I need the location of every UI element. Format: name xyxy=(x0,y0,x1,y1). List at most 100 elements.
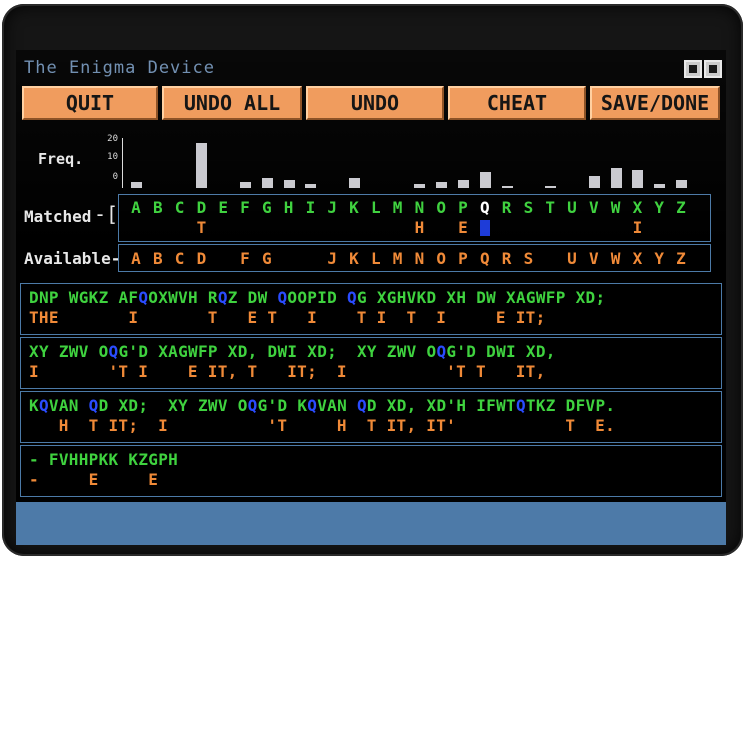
matched-letter-x[interactable]: X xyxy=(628,198,646,217)
cipher-block[interactable]: - FVHHPKK KZGPH - E E xyxy=(20,445,722,497)
matched-letter-y[interactable]: Y xyxy=(650,198,668,217)
matched-letter-i[interactable]: I xyxy=(301,198,319,217)
available-letter-x[interactable]: X xyxy=(628,249,646,268)
freq-label: Freq. xyxy=(38,150,84,168)
freq-bar-h xyxy=(283,179,295,188)
depth-gadget-icon[interactable] xyxy=(684,60,702,78)
matched-letter-e[interactable]: E xyxy=(214,198,232,217)
matched-letter-a[interactable]: A xyxy=(127,198,145,217)
cipher-text-line: KQVAN QD XD; XY ZWV OQG'D KQVAN QD XD, X… xyxy=(29,396,616,415)
freq-bar-o xyxy=(436,181,448,188)
undo-button[interactable]: UNDO xyxy=(306,86,444,120)
matched-letter-v[interactable]: V xyxy=(585,198,603,217)
available-letter-n[interactable]: N xyxy=(410,249,428,268)
available-letter-a[interactable]: A xyxy=(127,249,145,268)
matched-plain-letter: E xyxy=(458,218,468,237)
zoom-gadget-icon[interactable] xyxy=(704,60,722,78)
freq-bar-d xyxy=(196,142,208,188)
freq-tick-label: 10 xyxy=(107,152,118,162)
available-panel: ABCD FG JKLMNOPQRS UVWXYZ xyxy=(118,244,711,272)
quit-button[interactable]: QUIT xyxy=(22,86,158,120)
available-letter-v[interactable]: V xyxy=(585,249,603,268)
matched-letter-q[interactable]: Q xyxy=(476,198,494,217)
freq-bar-p xyxy=(458,179,469,188)
freq-bar-x xyxy=(632,169,644,188)
freq-tick-label: 0 xyxy=(112,172,118,182)
available-letter-u[interactable]: U xyxy=(563,249,581,268)
matched-plain-letter: H xyxy=(414,218,425,237)
available-letter-m[interactable]: M xyxy=(389,249,407,268)
cipher-block[interactable]: DNP WGKZ AFQOXWVH RQZ DW QOOPID QG XGHVK… xyxy=(20,283,722,335)
matched-letter-t[interactable]: T xyxy=(541,198,559,217)
freq-bar-k xyxy=(349,177,360,188)
cipher-text-line: - FVHHPKK KZGPH xyxy=(29,450,179,469)
freq-bar-y xyxy=(654,183,666,188)
matched-letter-f[interactable]: F xyxy=(236,198,254,217)
available-letter-j[interactable]: J xyxy=(323,249,341,268)
matched-letter-c[interactable]: C xyxy=(171,198,189,217)
freq-axis xyxy=(122,138,123,188)
matched-letter-z[interactable]: Z xyxy=(672,198,690,217)
save-done-button[interactable]: SAVE/DONE xyxy=(590,86,720,120)
window-title: The Enigma Device xyxy=(24,58,215,78)
matched-letter-l[interactable]: L xyxy=(367,198,385,217)
matched-label: Matched xyxy=(24,207,92,226)
freq-bar-i xyxy=(305,183,317,188)
available-letter-s[interactable]: S xyxy=(519,249,537,268)
matched-letter-s[interactable]: S xyxy=(519,198,537,217)
available-letter-c[interactable]: C xyxy=(171,249,189,268)
matched-letter-d[interactable]: D xyxy=(192,198,210,217)
available-letter-k[interactable]: K xyxy=(345,249,363,268)
available-letter-y[interactable]: Y xyxy=(650,249,668,268)
available-letter-r[interactable]: R xyxy=(498,249,516,268)
available-letter-p[interactable]: P xyxy=(454,249,472,268)
available-letter-b[interactable]: B xyxy=(149,249,167,268)
cheat-button[interactable]: CHEAT xyxy=(448,86,586,120)
matched-letter-k[interactable]: K xyxy=(345,198,363,217)
title-bar[interactable]: The Enigma Device xyxy=(22,58,722,80)
plain-text-line: I 'T I E IT, T IT; I 'T T IT, xyxy=(29,362,546,381)
matched-bracket: -[ xyxy=(94,202,119,226)
available-letter-l[interactable]: L xyxy=(367,249,385,268)
matched-letter-p[interactable]: P xyxy=(454,198,472,217)
available-letter-w[interactable]: W xyxy=(607,249,625,268)
plain-text-line: - E E xyxy=(29,470,159,489)
freq-bar-w xyxy=(610,167,622,188)
matched-letter-g[interactable]: G xyxy=(258,198,276,217)
available-letter-z[interactable]: Z xyxy=(672,249,690,268)
matched-letter-b[interactable]: B xyxy=(149,198,167,217)
available-letter-d[interactable]: D xyxy=(192,249,210,268)
available-letter-f[interactable]: F xyxy=(236,249,254,268)
matched-letter-w[interactable]: W xyxy=(607,198,625,217)
freq-bar-n xyxy=(414,183,426,188)
freq-bar-t xyxy=(545,186,557,188)
cipher-block[interactable]: KQVAN QD XD; XY ZWV OQG'D KQVAN QD XD, X… xyxy=(20,391,722,443)
available-letter-g[interactable]: G xyxy=(258,249,276,268)
freq-bar-z xyxy=(676,179,687,188)
matched-letter-r[interactable]: R xyxy=(498,198,516,217)
cipher-text-line: XY ZWV OQG'D XAGWFP XD, DWI XD; XY ZWV O… xyxy=(29,342,556,361)
toolbar: QUIT UNDO ALL UNDO CHEAT SAVE/DONE xyxy=(22,86,726,120)
plain-text-line: THE I T E T I T I T I E IT; xyxy=(29,308,546,327)
matched-plain-letter: I xyxy=(632,218,643,237)
matched-letter-j[interactable]: J xyxy=(323,198,341,217)
matched-letter-h[interactable]: H xyxy=(280,198,298,217)
matched-plain-letter: T xyxy=(196,218,207,237)
freq-bar-g xyxy=(261,177,273,188)
freq-bar-q xyxy=(479,171,491,188)
matched-letter-o[interactable]: O xyxy=(432,198,450,217)
available-letter-o[interactable]: O xyxy=(432,249,450,268)
matched-letter-u[interactable]: U xyxy=(563,198,581,217)
undo-all-button[interactable]: UNDO ALL xyxy=(162,86,302,120)
cipher-text-line: DNP WGKZ AFQOXWVH RQZ DW QOOPID QG XGHVK… xyxy=(29,288,606,307)
matched-letter-n[interactable]: N xyxy=(410,198,428,217)
cipher-block[interactable]: XY ZWV OQG'D XAGWFP XD, DWI XD; XY ZWV O… xyxy=(20,337,722,389)
screen: The Enigma Device QUIT UNDO ALL UNDO CHE… xyxy=(16,50,726,545)
available-letter-q[interactable]: Q xyxy=(476,249,494,268)
freq-bar-a xyxy=(131,181,142,188)
freq-bar-v xyxy=(588,175,600,188)
plain-text-line: H T IT; I 'T H T IT, IT' T E. xyxy=(29,416,616,435)
matched-panel: ABCDTEFGHIJKLMNHOPEQRSTUVWXIYZ xyxy=(118,194,711,242)
matched-letter-m[interactable]: M xyxy=(389,198,407,217)
freq-bar-f xyxy=(240,181,251,188)
